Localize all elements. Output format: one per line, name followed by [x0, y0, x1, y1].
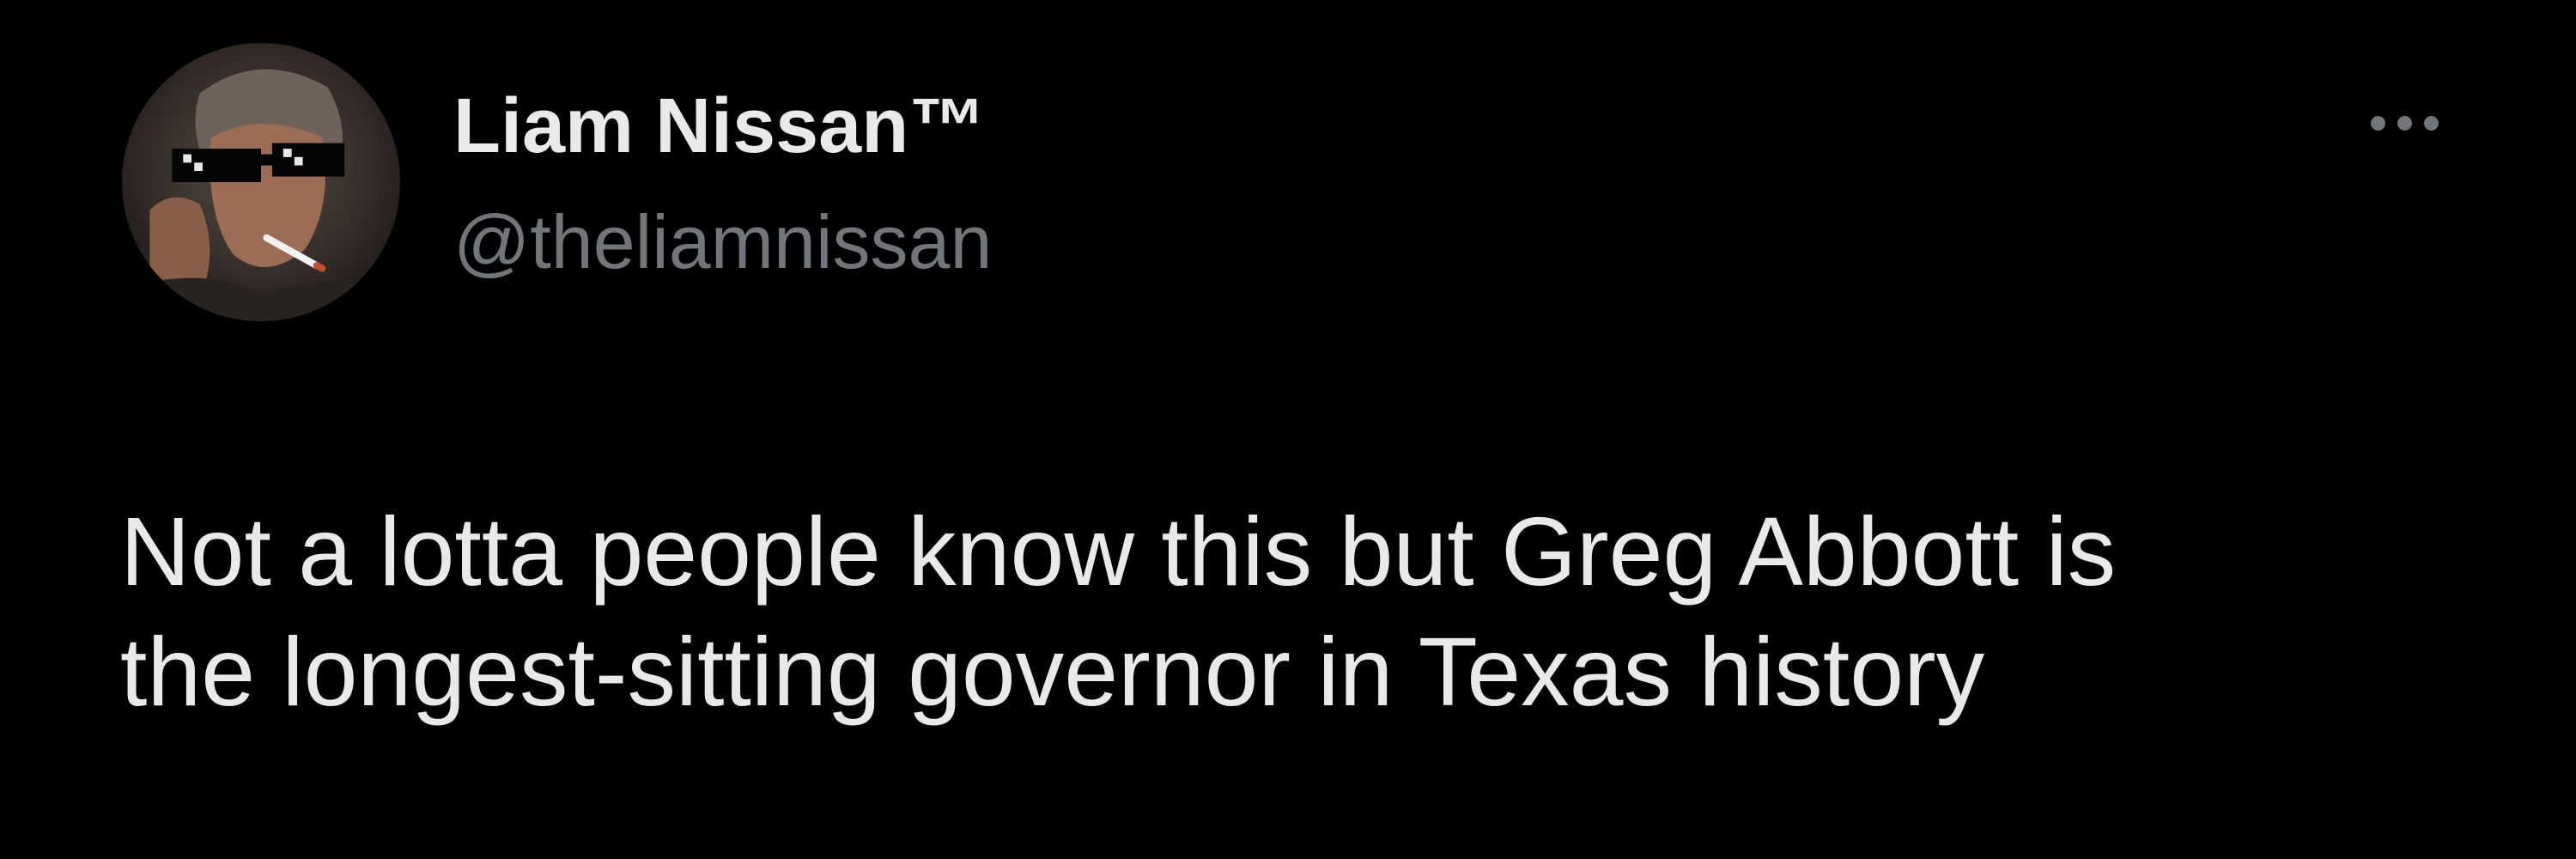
tweet-card: Liam Nissan™ @theliamnissan Not a lotta … [0, 0, 2576, 859]
more-options-button[interactable] [2353, 101, 2456, 144]
tweet-text: Not a lotta people know this but Greg Ab… [120, 497, 2117, 726]
avatar[interactable] [122, 43, 400, 321]
author-display-name[interactable]: Liam Nissan™ [453, 79, 986, 174]
author-handle[interactable]: @theliamnissan [453, 196, 992, 289]
more-horizontal-icon [2397, 115, 2412, 131]
avatar-image [122, 43, 400, 321]
more-horizontal-icon [2423, 115, 2439, 131]
more-horizontal-icon [2370, 115, 2385, 131]
